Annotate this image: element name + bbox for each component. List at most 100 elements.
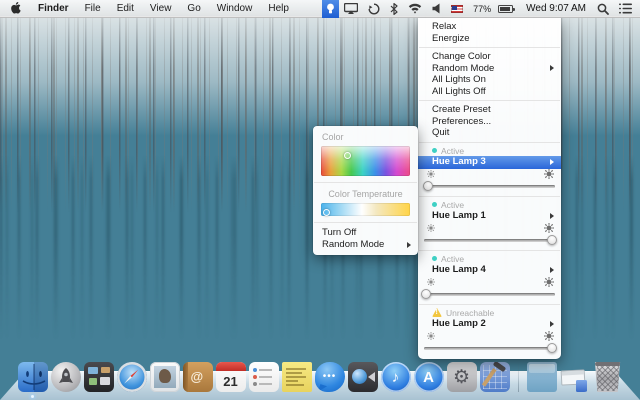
notification-center-icon[interactable] [614,0,640,18]
menu-item-random-mode[interactable]: Random Mode [418,63,561,75]
battery-icon[interactable] [493,0,520,18]
menu-item-all-lights-on[interactable]: All Lights On [418,74,561,86]
bright-sun-icon [544,223,554,233]
temperature-picker-indicator[interactable] [323,209,330,216]
color-picker-gradient[interactable] [321,146,410,176]
dock-item-reminders[interactable] [249,362,279,392]
dock-item-safari[interactable] [117,362,147,392]
wifi-icon[interactable] [403,0,427,18]
menu-item-quit[interactable]: Quit [418,127,561,139]
dock-item-app-store[interactable]: A [414,362,444,392]
brightness-slider-hue-lamp-4[interactable] [423,288,556,301]
volume-icon[interactable] [427,0,446,18]
dock-item-launchpad[interactable] [51,362,81,392]
time-machine-icon[interactable] [363,0,385,18]
slider-knob[interactable] [547,343,557,353]
active-status-dot [432,256,437,261]
lamp-section-hue-lamp-2: Unreachable Hue Lamp 2 [418,308,561,355]
menu-window[interactable]: Window [209,0,261,18]
menu-finder[interactable]: Finder [30,0,77,18]
apple-menu[interactable] [0,2,30,15]
bluetooth-icon[interactable] [385,0,403,18]
dock: @ 21 ••• [0,354,640,400]
lamp-color-submenu: Color Color Temperature Turn Off Random … [313,126,418,255]
menu-bar-clock[interactable]: Wed 9:07 AM [520,3,592,14]
dock-item-trash[interactable] [593,362,623,392]
dock-item-facetime[interactable] [348,362,378,392]
menu-item-hue-lamp-1[interactable]: Hue Lamp 1 [418,210,561,223]
brightness-slider-hue-lamp-2[interactable] [423,342,556,355]
dock-item-xcode[interactable] [480,362,510,392]
dock-item-stickies[interactable] [282,362,312,392]
dock-item-documents-box[interactable] [527,362,557,392]
calendar-icon: 21 [216,362,246,392]
menu-item-hue-lamp-3[interactable]: Hue Lamp 3 [418,156,561,169]
slider-knob[interactable] [421,289,431,299]
menu-item-preferences[interactable]: Preferences... [418,116,561,128]
brightness-icons-row [418,277,561,288]
dock-item-mail[interactable] [150,362,180,392]
hue-dropdown-menu: Relax Energize Change Color Random Mode … [418,18,561,359]
color-temperature-gradient[interactable] [321,203,410,216]
bright-sun-icon [544,169,554,179]
submenu-item-random-mode[interactable]: Random Mode [313,239,418,251]
apple-logo-icon [10,2,21,15]
menu-view[interactable]: View [142,0,180,18]
brightness-slider-hue-lamp-1[interactable] [423,234,556,247]
running-indicator [31,395,34,398]
menu-edit[interactable]: Edit [109,0,142,18]
spotlight-search-icon[interactable] [592,0,614,18]
menu-file[interactable]: File [77,0,109,18]
submenu-separator [314,222,417,223]
menu-item-relax[interactable]: Relax [418,21,561,33]
menu-item-change-color[interactable]: Change Color [418,51,561,63]
brightness-icons-row [418,331,561,342]
menu-item-energize[interactable]: Energize [418,33,561,45]
documents-box-icon [527,362,557,392]
color-section-label: Color [313,130,418,145]
dock-separator [518,362,519,392]
menu-item-hue-lamp-4[interactable]: Hue Lamp 4 [418,264,561,277]
menu-item-create-preset[interactable]: Create Preset [418,104,561,116]
dock-item-mission-control[interactable] [84,362,114,392]
input-language-flag-icon[interactable] [446,0,468,18]
color-temperature-label: Color Temperature [313,187,418,202]
slider-knob[interactable] [423,181,433,191]
trash-icon [593,362,623,392]
airplay-display-icon[interactable] [339,0,363,18]
menu-separator [419,142,560,143]
submenu-arrow-icon [550,213,554,219]
menu-separator [419,250,560,251]
dock-item-messages[interactable]: ••• [315,362,345,392]
lamp-section-hue-lamp-4: Active Hue Lamp 4 [418,254,561,301]
downloads-stack-icon [560,362,590,392]
dock-item-contacts[interactable]: @ [183,362,213,392]
slider-knob[interactable] [547,235,557,245]
lamp-section-hue-lamp-1: Active Hue Lamp 1 [418,200,561,247]
mission-control-icon [84,362,114,392]
dock-item-itunes[interactable]: ♪ [381,362,411,392]
mail-stamp-icon [150,362,180,392]
active-status-dot [432,148,437,153]
submenu-item-turn-off[interactable]: Turn Off [313,227,418,239]
menu-go[interactable]: Go [179,0,208,18]
dock-item-downloads-stack[interactable] [560,362,590,392]
menu-item-all-lights-off[interactable]: All Lights Off [418,86,561,98]
lamp-section-hue-lamp-3: Active Hue Lamp 3 [418,146,561,193]
lamp-status-row: Active [418,254,561,265]
dim-sun-icon [427,278,435,286]
bright-sun-icon [544,277,554,287]
menu-item-hue-lamp-2[interactable]: Hue Lamp 2 [418,318,561,331]
hue-menu-extra-icon[interactable] [322,0,339,18]
color-picker-indicator[interactable] [344,152,351,159]
menu-bar-status-area: 77% Wed 9:07 AM [322,0,640,18]
brightness-slider-hue-lamp-3[interactable] [423,180,556,193]
submenu-arrow-icon [550,65,554,71]
dock-item-finder[interactable] [18,362,48,392]
dock-item-system-preferences[interactable]: ⚙ [447,362,477,392]
menu-separator [419,196,560,197]
safari-compass-icon [117,362,147,392]
dock-item-calendar[interactable]: 21 [216,362,246,392]
submenu-arrow-icon [407,242,411,248]
menu-help[interactable]: Help [260,0,297,18]
